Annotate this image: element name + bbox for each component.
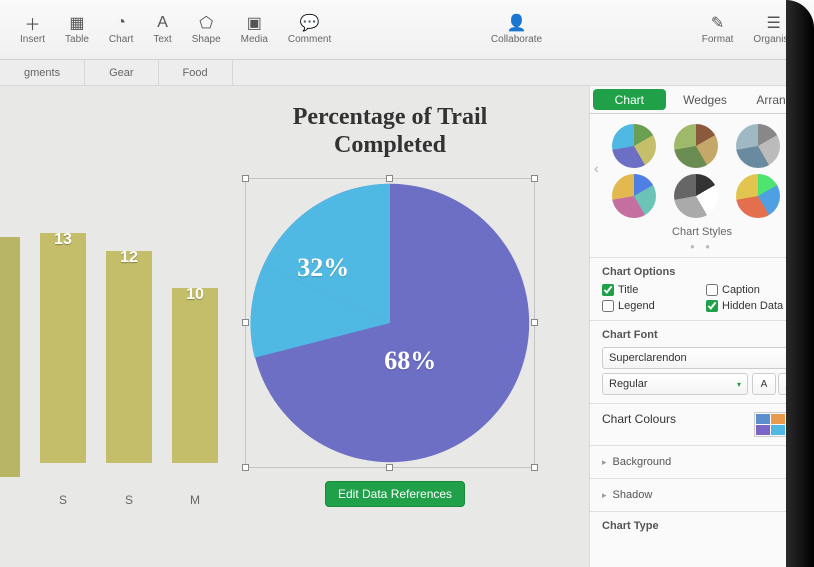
sheet-tabs: gments Gear Food [0,60,814,86]
font-weight-select[interactable]: Regular ▾ [602,373,748,395]
brush-icon: ✎ [709,14,727,32]
chart-label: Chart [109,34,133,45]
insert-label: Insert [20,34,45,45]
font-weight-value: Regular [609,378,648,390]
table-icon: ▦ [68,14,86,32]
checkbox[interactable] [706,300,718,312]
chart-button[interactable]: ◔ Chart [101,10,141,49]
option-label: Caption [722,284,760,296]
checkbox[interactable] [602,300,614,312]
media-button[interactable]: ▣ Media [233,10,276,49]
collaborate-label: Collaborate [491,34,542,45]
chart-styles-grid [590,114,814,222]
chart-style-thumb[interactable] [674,174,718,218]
comment-icon: 💬 [301,14,319,32]
shadow-disclosure[interactable]: ▸ Shadow [590,478,814,511]
resize-handle[interactable] [242,319,249,326]
device-bezel [786,0,814,567]
pie-chart[interactable]: 68% 32% [245,178,535,468]
checkbox[interactable] [706,284,718,296]
sheet-tab[interactable]: gments [0,60,85,85]
chart-colours-section: Chart Colours [590,403,814,445]
selection-box [245,178,535,468]
shape-icon: ⬠ [197,14,215,32]
shape-label: Shape [192,34,221,45]
chart-style-thumb[interactable] [674,124,718,168]
option-label: Legend [618,300,655,312]
insert-button[interactable]: ＋ Insert [12,10,53,49]
collaborate-button[interactable]: 👤 Collaborate [483,10,550,49]
bar-axis-label: S [125,493,133,507]
section-title: Chart Options [602,266,802,278]
edit-data-button[interactable]: Edit Data References [325,481,465,507]
font-family-select[interactable]: Superclarendon▾ [602,347,802,369]
person-icon: 👤 [508,14,526,32]
chart-title[interactable]: Percentage of Trail Completed [260,104,520,159]
chart-font-section: Chart Font Superclarendon▾ Regular▾ A A [590,320,814,403]
comment-button[interactable]: 💬 Comment [280,10,339,49]
resize-handle[interactable] [531,319,538,326]
resize-handle[interactable] [531,175,538,182]
chart-style-thumb[interactable] [736,174,780,218]
bar-value: 12 [120,249,138,267]
sheet-tab[interactable]: Food [159,60,233,85]
sheet-tab[interactable]: Gear [85,60,158,85]
format-panel: Chart Wedges Arrange ‹ › Chart Styles ● … [589,86,814,567]
checkbox[interactable] [602,284,614,296]
pager-dots[interactable]: ● ● [590,242,814,257]
resize-handle[interactable] [242,464,249,471]
chart-type-section: Chart Type [590,511,814,546]
format-button[interactable]: ✎ Format [694,10,742,49]
chevron-down-icon: ▾ [737,380,741,389]
plus-icon: ＋ [24,14,42,32]
disclosure-label: Shadow [613,489,653,501]
option-title[interactable]: Title [602,284,698,296]
bar-axis-label: S [59,493,67,507]
chart-options-section: Chart Options Title Caption Legend Hidde… [590,257,814,320]
format-tabs: Chart Wedges Arrange [590,86,814,114]
option-label: Hidden Data [722,300,783,312]
section-title: Chart Colours [602,412,676,426]
table-button[interactable]: ▦ Table [57,10,97,49]
format-label: Format [702,34,734,45]
comment-label: Comment [288,34,331,45]
font-family-value: Superclarendon [609,352,687,364]
media-icon: ▣ [245,14,263,32]
table-label: Table [65,34,89,45]
font-smaller-button[interactable]: A [752,373,776,395]
organise-icon: ☰ [765,14,783,32]
text-label: Text [153,34,171,45]
resize-handle[interactable] [386,175,393,182]
chart-icon: ◔ [112,14,130,32]
chart-style-thumb[interactable] [612,124,656,168]
tab-wedges[interactable]: Wedges [669,86,742,113]
chevron-right-icon: ▸ [602,457,607,468]
text-icon: A [154,14,172,32]
chart-styles-label: Chart Styles [590,222,814,242]
toolbar: ＋ Insert ▦ Table ◔ Chart A Text ⬠ Shape ▣ Medi… [0,0,814,60]
chevron-right-icon: ▸ [602,490,607,501]
bar-value: 10 [186,286,204,304]
sheet-canvas[interactable]: 13 S 12 S 10 M Percentage of Trail Complete… [0,86,589,567]
section-title: Chart Font [602,329,802,341]
disclosure-label: Background [613,456,672,468]
bar-value: 13 [54,231,72,249]
option-legend[interactable]: Legend [602,300,698,312]
resize-handle[interactable] [531,464,538,471]
bar-chart: 13 S 12 S 10 M [0,233,218,507]
option-label: Title [618,284,638,296]
tab-chart[interactable]: Chart [593,89,666,110]
text-button[interactable]: A Text [145,10,179,49]
media-label: Media [241,34,268,45]
chart-style-thumb[interactable] [612,174,656,218]
bar-axis-label: M [190,493,200,507]
shape-button[interactable]: ⬠ Shape [184,10,229,49]
background-disclosure[interactable]: ▸ Background [590,445,814,478]
section-title: Chart Type [602,520,802,532]
chart-style-thumb[interactable] [736,124,780,168]
resize-handle[interactable] [386,464,393,471]
resize-handle[interactable] [242,175,249,182]
